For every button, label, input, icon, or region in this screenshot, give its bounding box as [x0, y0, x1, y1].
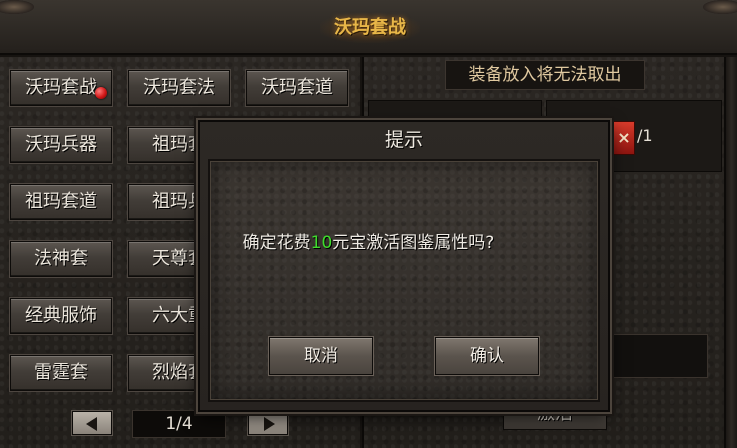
- alert-dot-icon: [95, 87, 107, 99]
- set-button-woma-taoist[interactable]: 沃玛套道: [246, 70, 348, 106]
- title-bar: 沃玛套战: [0, 0, 737, 55]
- message-amount: 10: [310, 233, 333, 253]
- set-button-classic-outfit[interactable]: 经典服饰: [10, 298, 112, 334]
- set-button-zuma-taoist[interactable]: 祖玛套道: [10, 184, 112, 220]
- confirm-button[interactable]: 确认: [435, 337, 539, 375]
- window-title: 沃玛套战: [320, 13, 420, 43]
- corner-ornament-right: [703, 0, 737, 14]
- set-button-woma-weapon[interactable]: 沃玛兵器: [10, 127, 112, 163]
- close-icon[interactable]: ×: [613, 121, 635, 155]
- equip-notice: 装备放入将无法取出: [445, 60, 645, 90]
- dialog-title: 提示: [384, 129, 423, 151]
- page-indicator: 1/4: [132, 410, 226, 438]
- arrow-right-icon: [264, 417, 275, 431]
- set-button-thunder[interactable]: 雷霆套: [10, 355, 112, 391]
- slot-count: /1: [637, 126, 653, 145]
- set-button-woma-mage[interactable]: 沃玛套法: [128, 70, 230, 106]
- dialog-body: [208, 159, 600, 402]
- next-page-button[interactable]: [248, 411, 288, 435]
- message-prefix: 确定花费: [242, 233, 311, 253]
- arrow-left-icon: [86, 417, 97, 431]
- prev-page-button[interactable]: [72, 411, 112, 435]
- cancel-button[interactable]: 取消: [269, 337, 373, 375]
- dialog-message: 确定花费10元宝激活图鉴属性吗?: [0, 232, 737, 254]
- confirm-dialog: 提示: [198, 120, 610, 412]
- message-suffix: 元宝激活图鉴属性吗?: [332, 233, 495, 253]
- corner-ornament-left: [0, 0, 34, 14]
